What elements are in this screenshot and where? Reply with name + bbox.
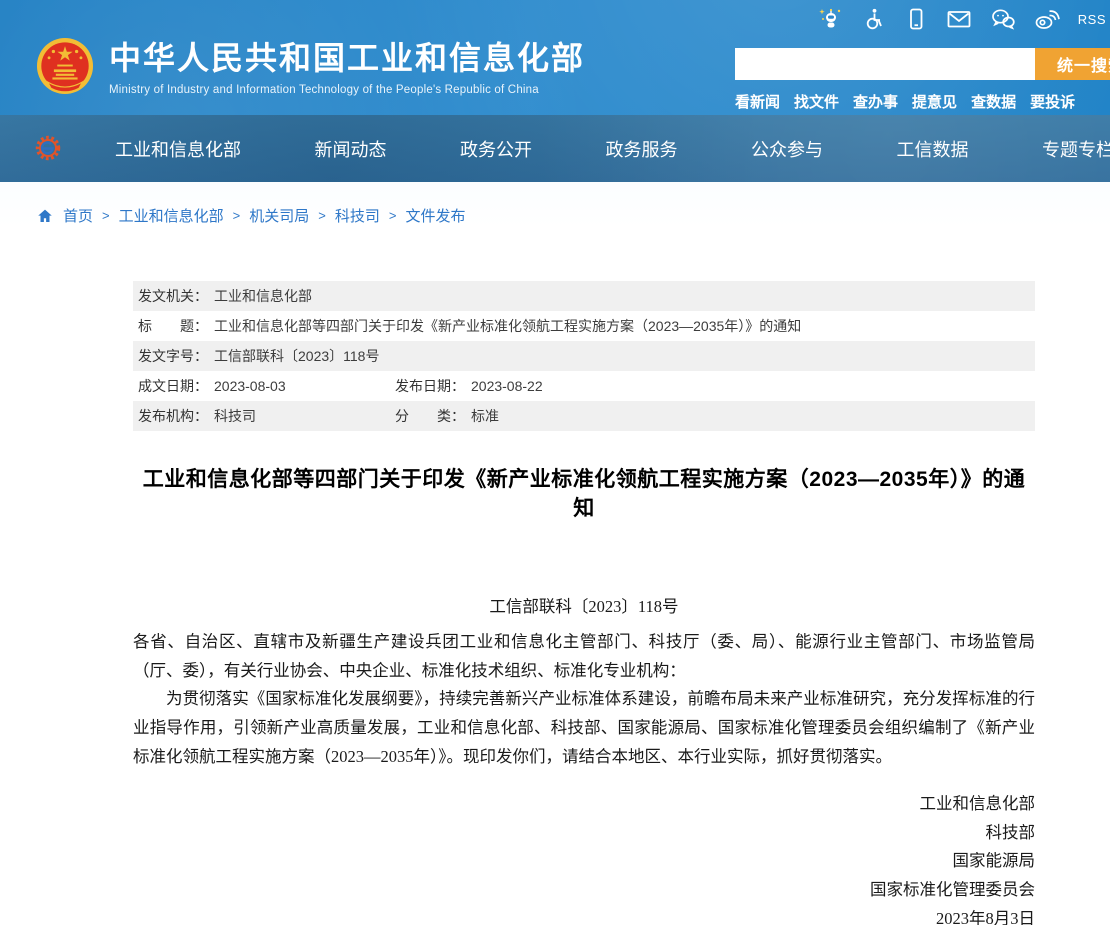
weibo-icon[interactable] — [1034, 7, 1060, 31]
site-brand: 中华人民共和国工业和信息化部 Ministry of Industry and … — [36, 37, 585, 100]
quick-links: 看新闻 找文件 查办事 提意见 查数据 要投诉 — [735, 91, 1110, 112]
quick-link-files[interactable]: 找文件 — [794, 91, 839, 112]
quick-link-complaint[interactable]: 要投诉 — [1030, 91, 1075, 112]
document-meta-table: 发文机关： 工业和信息化部 标 题： 工业和信息化部等四部门关于印发《新产业标准… — [133, 281, 1035, 431]
document-paragraph: 为贯彻落实《国家标准化发展纲要》，持续完善新兴产业标准体系建设，前瞻布局未来产业… — [133, 685, 1035, 771]
nav-item-gov-disclosure[interactable]: 政务公开 — [460, 136, 532, 162]
accessibility-icon[interactable] — [862, 7, 886, 31]
mobile-icon[interactable] — [904, 7, 928, 31]
meta-row-dates: 成文日期： 2023-08-03 发布日期： 2023-08-22 — [133, 371, 1035, 401]
nav-items: 工业和信息化部 新闻动态 政务公开 政务服务 公众参与 工信数据 专题专栏 — [115, 115, 1110, 182]
meta-row-title: 标 题： 工业和信息化部等四部门关于印发《新产业标准化领航工程实施方案（2023… — [133, 311, 1035, 341]
breadcrumb-separator: > — [102, 208, 110, 223]
miit-gear-logo-icon — [33, 133, 63, 168]
document-body: 工信部联科〔2023〕118号 各省、自治区、直辖市及新疆生产建设兵团工业和信息… — [133, 593, 1035, 925]
meta-row-issuing-authority: 发文机关： 工业和信息化部 — [133, 281, 1035, 311]
breadcrumb-science-tech-dept[interactable]: 科技司 — [335, 205, 380, 226]
nav-item-special-topics[interactable]: 专题专栏 — [1042, 136, 1110, 162]
nav-item-gov-services[interactable]: 政务服务 — [606, 136, 678, 162]
signature-date: 2023年8月3日 — [133, 905, 1035, 925]
home-icon[interactable] — [36, 207, 54, 225]
breadcrumb: 首页 > 工业和信息化部 > 机关司局 > 科技司 > 文件发布 — [0, 182, 1110, 227]
wechat-icon[interactable] — [990, 7, 1016, 31]
breadcrumb-separator: > — [318, 208, 326, 223]
document-number: 工信部联科〔2023〕118号 — [133, 593, 1035, 622]
breadcrumb-separator: > — [389, 208, 397, 223]
breadcrumb-miit[interactable]: 工业和信息化部 — [119, 205, 224, 226]
nav-item-news[interactable]: 新闻动态 — [315, 136, 387, 162]
meta-row-publisher-category: 发布机构： 科技司 分 类： 标准 — [133, 401, 1035, 431]
site-title-en: Ministry of Industry and Information Tec… — [109, 84, 585, 96]
search-input[interactable] — [735, 48, 1035, 80]
quick-link-feedback[interactable]: 提意见 — [912, 91, 957, 112]
breadcrumb-home[interactable]: 首页 — [63, 205, 93, 226]
signature-line: 国家标准化管理委员会 — [133, 876, 1035, 905]
signature-line: 国家能源局 — [133, 847, 1035, 876]
nav-item-miit-data[interactable]: 工信数据 — [897, 136, 969, 162]
document-signatures: 工业和信息化部 科技部 国家能源局 国家标准化管理委员会 2023年8月3日 — [133, 790, 1035, 925]
document-title: 工业和信息化部等四部门关于印发《新产业标准化领航工程实施方案（2023—2035… — [133, 465, 1035, 523]
mail-icon[interactable] — [946, 7, 972, 31]
unified-search-button[interactable]: 统一搜索 — [1035, 48, 1110, 80]
quick-link-services[interactable]: 查办事 — [853, 91, 898, 112]
search-zone: 统一搜索 看新闻 找文件 查办事 提意见 查数据 要投诉 — [735, 48, 1110, 112]
quick-link-news[interactable]: 看新闻 — [735, 91, 780, 112]
top-icon-bar: RSS — [818, 6, 1106, 32]
national-emblem-icon — [36, 37, 94, 100]
breadcrumb-document-release[interactable]: 文件发布 — [405, 205, 465, 226]
document-container: 发文机关： 工业和信息化部 标 题： 工业和信息化部等四部门关于印发《新产业标准… — [133, 281, 1035, 925]
mascot-icon[interactable] — [818, 6, 844, 32]
main-nav: 工业和信息化部 新闻动态 政务公开 政务服务 公众参与 工信数据 专题专栏 — [0, 115, 1110, 182]
quick-link-data[interactable]: 查数据 — [971, 91, 1016, 112]
nav-item-public-participation[interactable]: 公众参与 — [751, 136, 823, 162]
document-salutation: 各省、自治区、直辖市及新疆生产建设兵团工业和信息化主管部门、科技厅（委、局）、能… — [133, 628, 1035, 686]
breadcrumb-separator: > — [233, 208, 241, 223]
nav-item-miit[interactable]: 工业和信息化部 — [115, 136, 241, 162]
signature-line: 科技部 — [133, 819, 1035, 848]
site-title: 中华人民共和国工业和信息化部 — [109, 41, 585, 76]
signature-line: 工业和信息化部 — [133, 790, 1035, 819]
rss-link[interactable]: RSS — [1078, 12, 1106, 27]
meta-row-doc-number: 发文字号： 工信部联科〔2023〕118号 — [133, 341, 1035, 371]
breadcrumb-departments[interactable]: 机关司局 — [249, 205, 309, 226]
site-header: RSS 中华人民共和国工业和信息化部 Ministry of Industry … — [0, 0, 1110, 115]
